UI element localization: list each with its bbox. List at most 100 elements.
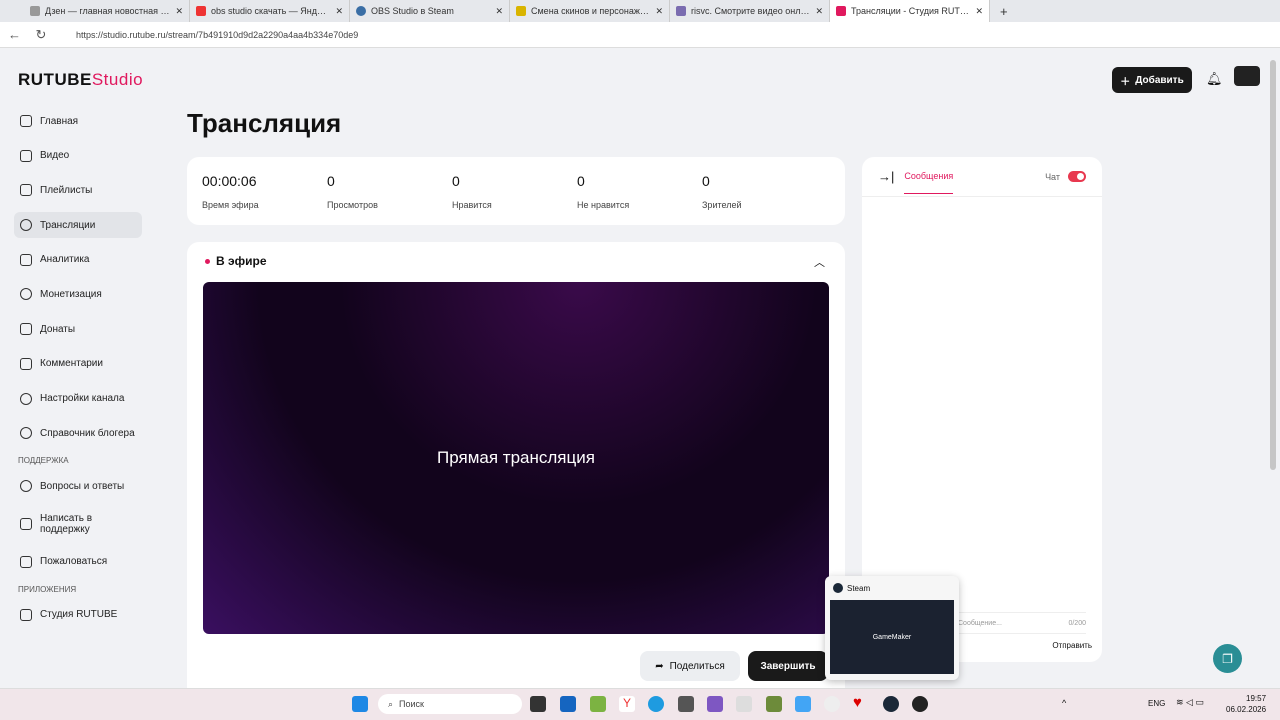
sidebar-item-playlists[interactable]: Плейлисты [14,177,142,203]
add-button[interactable]: ＋ Добавить [1112,67,1192,93]
app-icon[interactable] [736,696,752,712]
browser-tab[interactable]: Дзен — главная новостная инф ✕ [0,0,190,22]
chat-toggle-label: Чат [1045,171,1060,182]
mail-icon [20,517,32,530]
chatgpt-icon[interactable] [824,696,840,712]
chart-icon [20,253,32,266]
language-indicator[interactable]: ENG [1148,699,1165,708]
info-icon [20,427,32,440]
window-thumbnail[interactable]: GameMaker [830,600,954,674]
char-counter: 0/200 [1068,619,1086,627]
apps-section-title: ПРИЛОЖЕНИЯ [18,584,77,594]
steam-taskbar-icon[interactable] [883,696,899,712]
windows-start-icon[interactable] [352,696,368,712]
sidebar-item-monetization[interactable]: Монетизация [14,281,142,307]
task-view-icon[interactable] [530,696,546,712]
live-status: В эфире [205,254,267,268]
ruble-icon [20,288,32,301]
page-scrollbar[interactable] [1270,60,1276,470]
broadcast-icon [20,219,32,232]
reload-icon[interactable]: ↻ [35,27,46,42]
finish-button[interactable]: Завершить [748,651,828,681]
avatar[interactable] [1234,66,1260,86]
rutube-studio-logo[interactable]: RUTUBEStudio [18,70,143,90]
gear-icon [20,392,32,405]
question-icon [20,480,32,493]
sidebar-item-comments[interactable]: Комментарии [14,351,142,377]
stat-likes: 0 Нравится [452,173,492,210]
favicon-icon [676,6,686,16]
video-icon [20,149,32,162]
game-icon[interactable] [678,696,694,712]
heart-app-icon[interactable]: ♥ [853,694,869,711]
browser-tab[interactable]: OBS Studio в Steam ✕ [350,0,510,22]
wifi-sound-battery-icons[interactable]: ≋ ◁ ▭ [1176,697,1204,708]
store-icon[interactable] [560,696,576,712]
app-icon[interactable] [795,696,811,712]
playlist-icon [20,184,32,197]
stat-airtime: 00:00:06 Время эфира [202,173,259,210]
stat-views: 0 Просмотров [327,173,378,210]
browser-tab-bar: Дзен — главная новостная инф ✕ obs studio… [0,0,1280,22]
sidebar-item-studio-app[interactable]: Студия RUTUBE [14,602,142,628]
video-player[interactable]: Прямая трансляция [203,282,829,634]
minecraft-icon[interactable] [766,696,782,712]
new-tab-button[interactable]: + [1000,4,1008,19]
browser-tab[interactable]: obs studio скачать — Яндекс на ✕ [190,0,350,22]
nav-buttons: ← ↻ [8,27,46,43]
browser-tab-active[interactable]: Трансляции - Студия RUTUBE ✕ [830,0,990,22]
chat-toggle[interactable] [1068,171,1086,182]
stat-dislikes: 0 Не нравится [577,173,630,210]
bell-icon[interactable]: 🔔︎ [1206,71,1223,87]
send-button[interactable]: Отправить [1052,641,1092,650]
sidebar: Главная Видео Плейлисты Трансляции Анали… [14,108,142,636]
steam-icon [833,583,843,593]
back-icon[interactable]: ← [8,27,21,42]
clock[interactable]: 19:57 06.02.2026 [1226,693,1266,715]
steam-taskbar-preview[interactable]: Steam GameMaker [825,576,959,680]
tab-messages[interactable]: Сообщения [904,159,954,194]
address-bar[interactable]: https://studio.rutube.ru/stream/7b491910… [0,22,1280,48]
rutube-favicon-icon [836,6,846,16]
support-section-title: ПОДДЕРЖКА [18,456,69,466]
share-icon: ➦ [655,660,664,672]
support-chat-button[interactable]: ❐ [1213,644,1242,673]
favicon-icon [30,6,40,16]
sidebar-item-faq[interactable]: Вопросы и ответы [14,473,142,499]
live-panel: В эфире ︿ Прямая трансляция [187,242,845,692]
comment-icon [20,357,32,370]
yandex-browser-icon[interactable]: Y [619,696,635,712]
bluestacks-icon[interactable] [590,696,606,712]
browser-tab[interactable]: risvc. Смотрите видео онлайн, б✕ [670,0,830,22]
flag-icon [20,555,32,568]
favicon-icon [196,6,206,16]
obs-icon[interactable] [912,696,928,712]
taskbar-search[interactable]: ⌕ Поиск [378,694,522,714]
share-button[interactable]: ➦ Поделиться [640,651,740,681]
sidebar-item-report[interactable]: Пожаловаться [14,549,142,575]
url-text[interactable]: https://studio.rutube.ru/stream/7b491910… [76,30,358,40]
app-icon [20,608,32,621]
stat-viewers: 0 Зрителей [702,173,742,210]
sidebar-item-blogger-guide[interactable]: Справочник блогера [14,420,142,446]
sidebar-item-channel-settings[interactable]: Настройки канала [14,386,142,412]
sidebar-item-streams[interactable]: Трансляции [14,212,142,239]
chevron-up-icon[interactable]: ︿ [814,254,825,270]
app-icon[interactable] [707,696,723,712]
favicon-icon [516,6,526,16]
search-icon: ⌕ [388,698,394,709]
tray-chevron-icon[interactable]: ^ [1062,698,1066,708]
taskbar [0,688,1280,720]
stream-stats: 00:00:06 Время эфира 0 Просмотров 0 Нравитс… [187,157,845,225]
donate-icon [20,323,32,336]
sidebar-item-home[interactable]: Главная [14,108,142,134]
browser-tab[interactable]: Смена скинов и персонажей в ✕ [510,0,670,22]
sidebar-item-donations[interactable]: Донаты [14,316,142,342]
edge-icon[interactable] [648,696,664,712]
steam-favicon-icon [356,6,366,16]
sidebar-item-contact-support[interactable]: Написать в поддержку [14,508,142,540]
collapse-icon[interactable]: →| [878,169,894,184]
home-icon [20,115,32,127]
sidebar-item-video[interactable]: Видео [14,143,142,169]
sidebar-item-analytics[interactable]: Аналитика [14,247,142,273]
